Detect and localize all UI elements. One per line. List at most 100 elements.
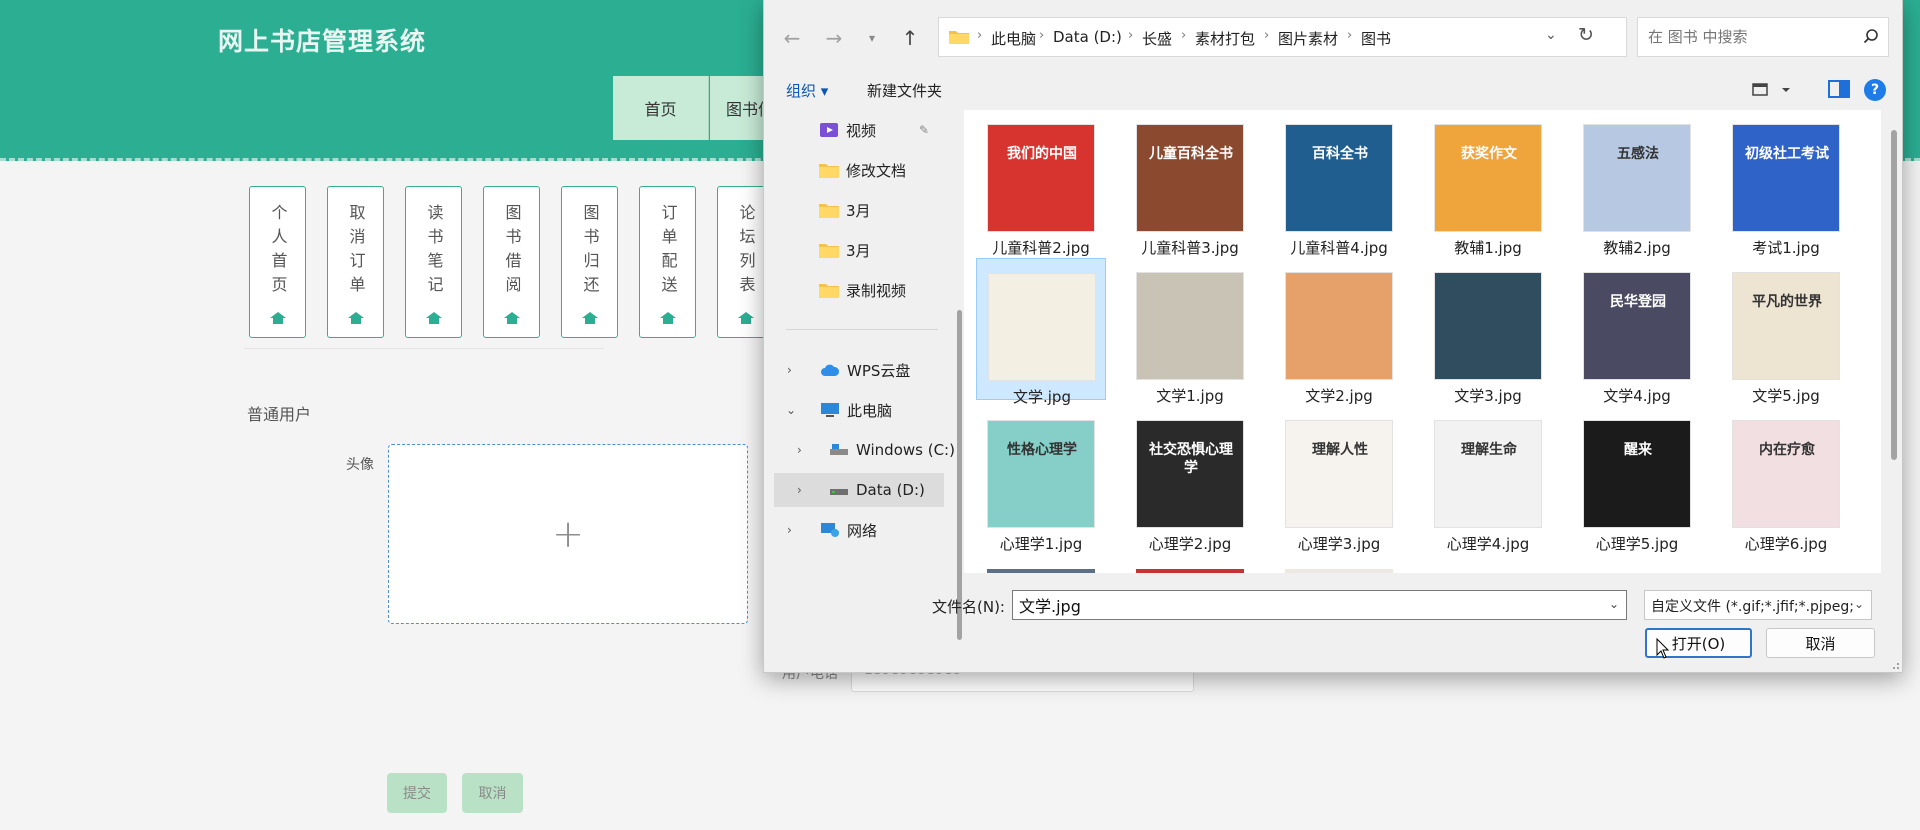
nav-tab-home[interactable]: 首页 <box>613 76 709 140</box>
file-item[interactable]: 百科全书 儿童科普4.jpg <box>1274 110 1404 257</box>
file-item[interactable]: 我们的中国 儿童科普2.jpg <box>976 110 1106 257</box>
filename-input[interactable] <box>1012 590 1627 620</box>
nav-item-wps-cloud[interactable]: › WPS云盘 <box>774 353 944 387</box>
file-thumbnail[interactable] <box>1285 569 1393 573</box>
file-item[interactable]: 内在疗愈 心理学6.jpg <box>1721 406 1851 553</box>
breadcrumb-item[interactable]: Data (D:) <box>1053 28 1122 46</box>
file-name: 文学1.jpg <box>1156 387 1224 405</box>
nav-item-drive-c[interactable]: › Windows (C:) <box>774 433 955 467</box>
address-bar[interactable]: › 此电脑 › Data (D:) › 长盛 › 素材打包 › 图片素材 › 图… <box>938 17 1627 57</box>
nav-item-folder[interactable]: 3月 <box>774 233 944 267</box>
file-item[interactable]: 社交恐惧心理学 心理学2.jpg <box>1125 406 1255 553</box>
file-thumbnail: 理解生命 <box>1434 420 1542 528</box>
file-name: 心理学5.jpg <box>1595 535 1679 553</box>
chevron-down-icon[interactable]: ⌄ <box>1609 597 1619 611</box>
file-item[interactable]: 文学.jpg <box>976 258 1106 406</box>
chevron-right-icon[interactable]: › <box>797 443 802 457</box>
submit-button[interactable]: 提交 <box>387 773 447 813</box>
cancel-button[interactable]: 取消 <box>1766 628 1875 658</box>
file-thumbnail: 五感法 <box>1583 124 1691 232</box>
file-item[interactable]: 性格心理学 心理学1.jpg <box>976 406 1106 553</box>
nav-item-network[interactable]: › 网络 <box>774 513 944 547</box>
file-item[interactable]: 理解人性 心理学3.jpg <box>1274 406 1404 553</box>
up-button[interactable]: ↑ <box>896 25 924 51</box>
side-menu-item[interactable]: 图书归还 <box>561 186 618 338</box>
search-input[interactable] <box>1637 17 1889 57</box>
nav-item-this-pc[interactable]: ⌄ 此电脑 <box>774 393 944 427</box>
nav-item-label: WPS云盘 <box>847 361 911 380</box>
back-button[interactable]: ← <box>778 25 806 51</box>
file-thumbnail: 理解人性 <box>1285 420 1393 528</box>
view-options-icon[interactable] <box>1751 80 1795 100</box>
nav-item-videos[interactable]: 视频 ✎ <box>774 113 944 147</box>
nav-item-folder[interactable]: 录制视频 <box>774 273 944 307</box>
app-title: 网上书店管理系统 <box>218 27 427 56</box>
file-thumbnail: 获奖作文 <box>1434 124 1542 232</box>
nav-item-label: 3月 <box>846 241 871 260</box>
file-item[interactable]: 文学3.jpg <box>1423 258 1553 405</box>
home-icon <box>425 312 442 324</box>
file-item[interactable]: 获奖作文 教辅1.jpg <box>1423 110 1553 257</box>
help-button[interactable]: ? <box>1864 79 1886 101</box>
breadcrumb-item[interactable]: 素材打包 <box>1195 28 1255 49</box>
file-item[interactable]: 文学1.jpg <box>1125 258 1255 405</box>
new-folder-button[interactable]: 新建文件夹 <box>867 80 942 101</box>
side-menu-item[interactable]: 读书笔记 <box>405 186 462 338</box>
nav-item-label: 视频 <box>846 121 877 140</box>
forward-button[interactable]: → <box>820 25 848 51</box>
file-thumbnail: 儿童百科全书 <box>1136 124 1244 232</box>
nav-item-folder[interactable]: 3月 <box>774 193 944 227</box>
breadcrumb-item[interactable]: 长盛 <box>1142 28 1172 49</box>
thumbnail-cover-text: 民华登园 <box>1610 294 1666 310</box>
file-name: 文学3.jpg <box>1454 387 1522 405</box>
chevron-right-icon[interactable]: › <box>787 523 792 537</box>
arrow-left-icon: ← <box>783 26 801 50</box>
file-thumbnail <box>1136 272 1244 380</box>
home-icon <box>737 312 754 324</box>
resize-grip-icon[interactable] <box>1888 658 1900 670</box>
preview-pane-icon[interactable] <box>1827 79 1851 99</box>
file-type-select[interactable]: 自定义文件 (*.gif;*.jfif;*.pjpeg; <box>1644 590 1872 620</box>
nav-item-drive-d[interactable]: › Data (D:) <box>774 473 944 507</box>
filename-label: 文件名(N): <box>932 598 1005 616</box>
file-item[interactable]: 五感法 教辅2.jpg <box>1572 110 1702 257</box>
side-menu-item[interactable]: 取消订单 <box>327 186 384 338</box>
side-menu-item[interactable]: 订单配送 <box>639 186 696 338</box>
file-item[interactable]: 理解生命 心理学4.jpg <box>1423 406 1553 553</box>
form-cancel-button[interactable]: 取消 <box>462 773 523 813</box>
breadcrumb-item[interactable]: 此电脑 <box>991 28 1036 49</box>
file-item[interactable]: 初级社工考试 考试1.jpg <box>1721 110 1851 257</box>
nav-scrollbar[interactable] <box>957 310 962 640</box>
side-menu-item[interactable]: 个人首页 <box>249 186 306 338</box>
cloud-icon <box>821 364 840 376</box>
breadcrumb-item[interactable]: 图书 <box>1361 28 1391 49</box>
avatar-upload[interactable]: + <box>388 444 748 624</box>
nav-item-folder[interactable]: 修改文档 <box>774 153 944 187</box>
drive-icon <box>830 489 848 495</box>
side-menu-item[interactable]: 图书借阅 <box>483 186 540 338</box>
chevron-down-icon[interactable]: ⌄ <box>786 403 796 417</box>
refresh-icon[interactable]: ↻ <box>1578 24 1594 46</box>
file-item[interactable]: 民华登园 文学4.jpg <box>1572 258 1702 405</box>
recent-locations-button[interactable]: ▾ <box>858 25 886 51</box>
file-thumbnail[interactable] <box>1136 569 1244 573</box>
file-list-scrollbar[interactable] <box>1891 130 1897 460</box>
file-item[interactable]: 平凡的世界 文学5.jpg <box>1721 258 1851 405</box>
organize-button[interactable]: 组织 ▾ <box>786 80 828 101</box>
thumbnail-cover-text: 儿童百科全书 <box>1149 146 1233 162</box>
breadcrumb-separator: › <box>1264 28 1270 43</box>
breadcrumb-item[interactable]: 图片素材 <box>1278 28 1338 49</box>
chevron-down-icon[interactable]: ⌄ <box>1545 27 1557 43</box>
chevron-right-icon[interactable]: › <box>787 363 792 377</box>
file-name: 文学5.jpg <box>1752 387 1820 405</box>
folder-icon <box>819 164 839 178</box>
file-item[interactable]: 文学2.jpg <box>1274 258 1404 405</box>
chevron-right-icon[interactable]: › <box>797 483 802 497</box>
file-item[interactable]: 儿童百科全书 儿童科普3.jpg <box>1125 110 1255 257</box>
folder-icon <box>949 31 969 44</box>
file-thumbnail: 醒来 <box>1583 420 1691 528</box>
file-item[interactable]: 醒来心理学5.jpg <box>1572 406 1702 553</box>
file-name: 心理学1.jpg <box>999 535 1083 553</box>
chevron-down-icon[interactable]: ⌄ <box>1854 597 1864 611</box>
file-thumbnail[interactable] <box>987 569 1095 573</box>
